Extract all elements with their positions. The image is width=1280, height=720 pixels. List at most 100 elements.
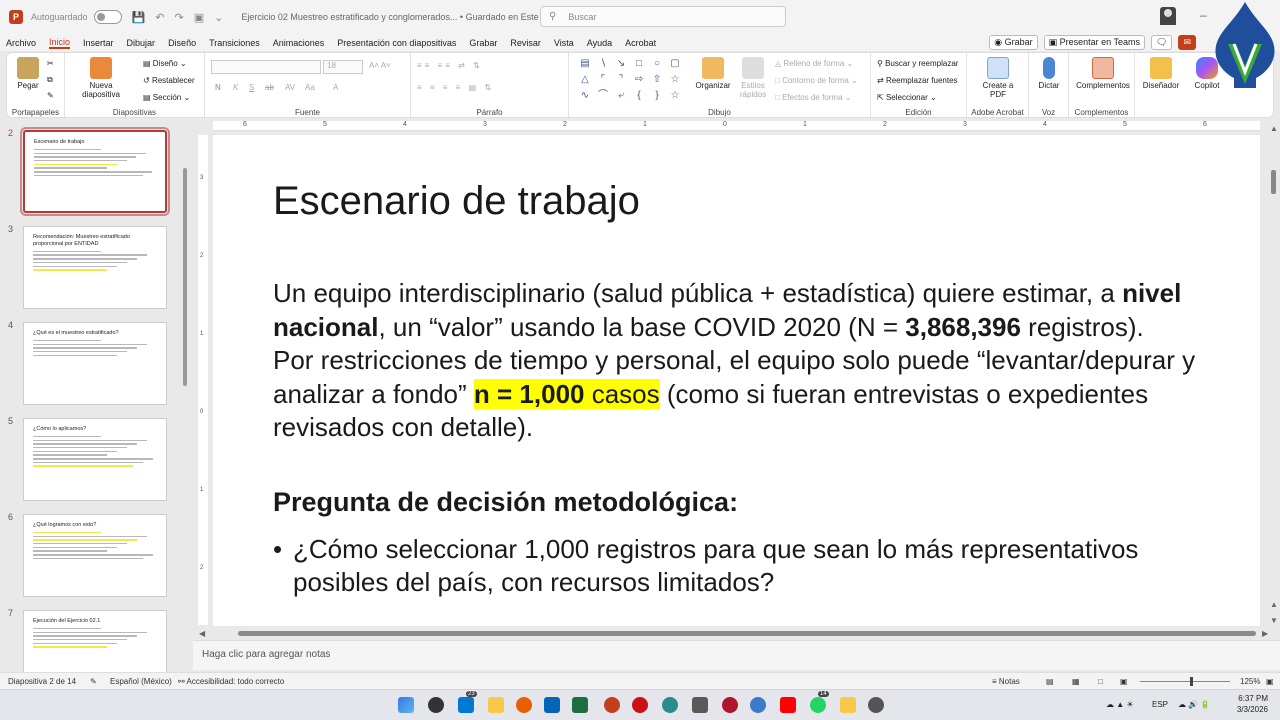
youtube-icon[interactable]	[780, 697, 796, 713]
font-name-field[interactable]	[211, 60, 321, 74]
find-replace-button[interactable]: ⚲ Buscar y reemplazar	[877, 59, 958, 68]
settings-icon[interactable]	[868, 697, 884, 713]
present-teams-button[interactable]: ▣ Presentar en Teams	[1043, 35, 1146, 50]
language-indicator[interactable]: Español (México)	[110, 677, 172, 686]
menu-vista[interactable]: Vista	[554, 38, 574, 48]
minimize-icon[interactable]: –	[1200, 8, 1207, 22]
tray-icons[interactable]: ☁ ▲ ☀	[1106, 700, 1134, 709]
opera-gx-icon[interactable]	[722, 697, 738, 713]
network-volume-icons[interactable]: ☁ 🔊 🔋	[1178, 700, 1210, 709]
prev-slide-icon[interactable]: ▲	[1270, 600, 1278, 609]
comments-icon[interactable]: 🗨	[1151, 35, 1173, 50]
triangle-shape-icon[interactable]: △	[577, 73, 593, 87]
powerpoint-taskbar-icon[interactable]	[604, 697, 620, 713]
paste-button[interactable]: Pegar	[13, 57, 43, 90]
bold-button[interactable]: N	[215, 83, 221, 92]
excel-icon[interactable]	[572, 697, 588, 713]
keyboard-language[interactable]: ESP	[1152, 700, 1168, 709]
horizontal-scrollbar[interactable]	[238, 631, 1256, 636]
menu-inicio[interactable]: Inicio	[49, 37, 71, 49]
slide-thumbnail[interactable]: Ejecución del Ejercicio 02.1	[23, 610, 167, 672]
cut-icon[interactable]: ✂	[47, 59, 54, 68]
alien-app-icon[interactable]	[428, 697, 444, 713]
outlook-icon[interactable]	[544, 697, 560, 713]
arrow-shape-icon[interactable]: ↘	[613, 57, 629, 71]
shapes-gallery[interactable]: ▤ ∖ ↘ □ ○ ▢ △ ⌜ ⌝ ⇨ ⇧ ☆ ∿ ⌒ ⤶{} ☆	[577, 57, 679, 103]
slide-thumbnail[interactable]: Escenario de trabajo	[20, 127, 170, 216]
present-icon[interactable]: ▣	[194, 11, 204, 24]
clock[interactable]: 6:37 PM 3/3/2026	[1237, 693, 1268, 715]
underline-button[interactable]: S	[249, 83, 254, 92]
fit-slide-icon[interactable]: ▣	[1266, 677, 1274, 686]
designer-button[interactable]: Diseñador	[1139, 57, 1183, 90]
brace-right-shape-icon[interactable]: }	[649, 89, 665, 103]
zoom-slider[interactable]	[1140, 681, 1230, 682]
spellcheck-icon[interactable]: ✎	[90, 677, 97, 686]
reset-button[interactable]: ↺ Restablecer	[143, 76, 195, 85]
align-icons[interactable]: ≡ ≡ ≡ ≡ ▤ ⇅	[417, 83, 494, 92]
normal-view-icon[interactable]: ▤	[1046, 677, 1054, 686]
copy-icon[interactable]: ⧉	[47, 75, 53, 85]
bend-shape-icon[interactable]: ⤶	[613, 89, 629, 103]
elbow-shape-icon[interactable]: ⌝	[613, 73, 629, 87]
search-app-icon[interactable]	[662, 697, 678, 713]
italic-button[interactable]: K	[233, 83, 238, 92]
menu-acrobat[interactable]: Acrobat	[625, 38, 656, 48]
slide-thumbnail[interactable]: ¿Qué es el muestreo estratificado?	[23, 322, 167, 405]
menu-insertar[interactable]: Insertar	[83, 38, 114, 48]
scroll-left-icon[interactable]: ◀	[199, 629, 205, 638]
slide-thumbnail[interactable]: ¿Cómo lo aplicamos?	[23, 418, 167, 501]
create-pdf-button[interactable]: Create a PDF	[975, 57, 1021, 99]
undo-icon[interactable]: ↶	[155, 11, 164, 24]
shape-effects-button[interactable]: □ Efectos de forma ⌄	[775, 93, 851, 102]
new-slide-button[interactable]: Nueva diapositiva	[71, 57, 131, 99]
zoom-slider-knob[interactable]	[1190, 677, 1193, 686]
firefox-icon[interactable]	[516, 697, 532, 713]
menu-dibujar[interactable]: Dibujar	[127, 38, 156, 48]
rect-shape-icon[interactable]: □	[631, 57, 647, 71]
accessibility-indicator[interactable]: ⚯ Accesibilidad: todo correcto	[178, 677, 284, 686]
browser-icon[interactable]	[750, 697, 766, 713]
opera-icon[interactable]	[632, 697, 648, 713]
shape-fill-button[interactable]: ◬ Relleno de forma ⌄	[775, 59, 853, 68]
rounded-rect-shape-icon[interactable]: ▢	[667, 57, 683, 71]
font-color-icon[interactable]: A	[333, 83, 338, 92]
notes-pane[interactable]: Haga clic para agregar notas	[193, 640, 1280, 670]
customize-icon[interactable]: ⌄	[214, 11, 223, 24]
oval-shape-icon[interactable]: ○	[649, 57, 665, 71]
scroll-up-icon[interactable]: ▲	[1270, 124, 1278, 133]
slide-thumbnail[interactable]: ¿Qué logramos con esto?	[23, 514, 167, 597]
quick-styles-button[interactable]: Estilos rápidos	[733, 57, 773, 99]
file-explorer-icon[interactable]	[488, 697, 504, 713]
app-icon[interactable]	[692, 697, 708, 713]
menu-presentacion[interactable]: Presentación con diapositivas	[337, 38, 456, 48]
redo-icon[interactable]: ↷	[174, 11, 183, 24]
spacing-button[interactable]: AV	[285, 83, 295, 92]
thumbnails-scrollbar[interactable]	[183, 168, 187, 386]
layout-button[interactable]: ▤ Diseño ⌄	[143, 59, 187, 68]
select-button[interactable]: ⇱ Seleccionar ⌄	[877, 93, 937, 102]
up-arrow-shape-icon[interactable]: ⇧	[649, 73, 665, 87]
save-icon[interactable]: 💾	[132, 11, 146, 24]
shape-outline-button[interactable]: □ Contorno de forma ⌄	[775, 76, 858, 85]
change-case-button[interactable]: Aa	[305, 83, 315, 92]
menu-grabar[interactable]: Grabar	[469, 38, 497, 48]
section-button[interactable]: ▤ Sección ⌄	[143, 93, 190, 102]
menu-transiciones[interactable]: Transiciones	[209, 38, 260, 48]
menu-archivo[interactable]: Archivo	[6, 38, 36, 48]
replace-fonts-button[interactable]: ⇄ Reemplazar fuentes	[877, 76, 958, 85]
line-shape-icon[interactable]: ∖	[595, 57, 611, 71]
strikethrough-button[interactable]: ab	[265, 83, 274, 92]
decision-question-heading[interactable]: Pregunta de decisión metodológica:	[273, 487, 738, 518]
folder-icon[interactable]	[840, 697, 856, 713]
menu-diseno[interactable]: Diseño	[168, 38, 196, 48]
right-arrow-shape-icon[interactable]: ⇨	[631, 73, 647, 87]
reading-view-icon[interactable]: □	[1098, 677, 1103, 686]
autosave-toggle[interactable]	[93, 10, 122, 24]
slideshow-icon[interactable]: ▣	[1120, 677, 1128, 686]
whatsapp-icon[interactable]	[810, 697, 826, 713]
dictate-button[interactable]: Dictar	[1035, 57, 1063, 90]
font-size-field[interactable]: 18	[323, 60, 363, 74]
connector-shape-icon[interactable]: ⌜	[595, 73, 611, 87]
start-icon[interactable]	[398, 697, 414, 713]
